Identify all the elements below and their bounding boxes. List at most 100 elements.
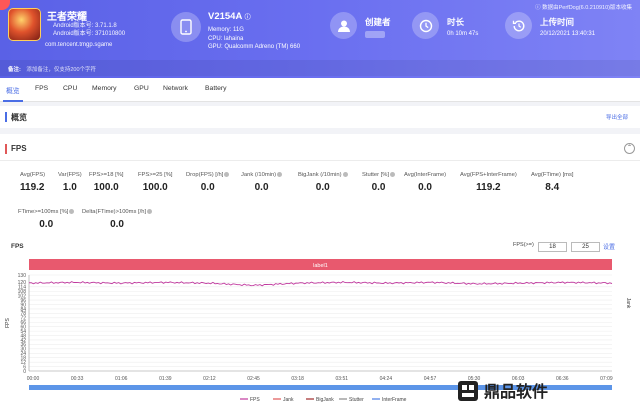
tab-cpu[interactable]: CPU: [63, 85, 77, 92]
legend-label: BigJank: [316, 397, 334, 403]
chart-banner-label: label1: [313, 263, 328, 269]
help-icon[interactable]: [224, 172, 230, 177]
chevron-up-icon[interactable]: ⌃: [624, 143, 635, 154]
phone-icon: [171, 12, 201, 42]
tab-battery[interactable]: Battery: [205, 85, 227, 92]
stat-var-fps: Var(FPS) 1.0: [58, 172, 82, 193]
x-tick-label: 00:33: [71, 376, 84, 382]
stat-fps-18: FPS>=18 [%] 100.0: [89, 172, 123, 193]
stat-value: 119.2: [20, 182, 45, 193]
history-icon: [505, 12, 532, 39]
active-tab-indicator: [3, 100, 23, 102]
stat-label: FPS>=25 [%]: [138, 172, 173, 178]
device-cpu: CPU: lahaina: [208, 35, 244, 42]
help-icon[interactable]: [147, 209, 153, 214]
stat-label: BigJank (/10min): [298, 172, 342, 179]
legend-label: Stutter: [349, 397, 364, 403]
device-name: V2154A ⓘ: [208, 11, 251, 22]
duration-value: 0h 10m 47s: [447, 31, 479, 37]
stat-label: Stutter [%]: [362, 172, 390, 179]
tab-fps[interactable]: FPS: [35, 85, 48, 92]
game-version: Android版本号: 3.71.1.8 Android版本号: 3710108…: [53, 23, 125, 38]
stat-label: Var(FPS): [58, 172, 82, 178]
device-memory: Memory: 11G: [208, 27, 244, 33]
y-tick-label: 120: [18, 280, 27, 286]
tab-memory[interactable]: Memory: [92, 85, 117, 92]
stat-avg-fps: Avg(FPS) 119.2: [20, 172, 45, 193]
stat-ftime-100: FTime>=100ms [%] 0.0: [18, 209, 75, 231]
help-icon[interactable]: [342, 172, 348, 177]
stat-value: 0.0: [39, 219, 54, 231]
android-version: Android版本号: 3.71.1.8: [53, 23, 117, 29]
tab-network[interactable]: Network: [163, 85, 188, 92]
stat-value: 0.0: [200, 182, 215, 194]
game-icon: [8, 8, 41, 41]
legend-label: InterFrame: [382, 397, 407, 403]
data-source: ⓘ 数据由PerfDog(6.0.210910)版本收集: [535, 3, 632, 11]
stat-fps-25: FPS>=25 [%] 100.0: [138, 172, 172, 193]
stat-value: 100.0: [142, 182, 168, 193]
x-tick-label: 03:18: [291, 376, 304, 382]
legend-label: FPS: [250, 397, 260, 403]
data-source-text: 数据由PerfDog(6.0.210910)版本收集: [542, 5, 632, 11]
report-header: 王者荣耀 Android版本号: 3.71.1.8 Android版本号: 37…: [0, 0, 640, 78]
stat-value: 8.4: [545, 182, 560, 193]
device-meta: Memory: 11G CPU: lahaina GPU: Qualcomm A…: [208, 26, 300, 52]
watermark-logo-mark: [462, 393, 474, 397]
x-tick-label: 01:06: [115, 376, 128, 382]
help-icon[interactable]: [277, 172, 283, 177]
overview-card: 概览 导出全部: [0, 106, 640, 128]
stat-label: Avg(FTime) [ms]: [531, 172, 574, 178]
stat-value: 0.0: [254, 182, 269, 194]
stat-label: FPS>=18 [%]: [89, 172, 124, 178]
x-tick-label: 01:39: [159, 376, 172, 382]
threshold-input-2[interactable]: 25: [571, 242, 600, 252]
note-input[interactable]: 添加备注，仅支持200个字符: [26, 67, 96, 73]
section-accent: [5, 144, 7, 154]
legend-label: Jank: [283, 397, 294, 403]
stat-jank: Jank (/10min) 0.0: [241, 172, 283, 194]
stat-value: 0.0: [110, 219, 124, 231]
x-tick-label: 02:12: [203, 376, 216, 382]
stat-avg-ftime: Avg(FTime) [ms] 8.4: [531, 172, 574, 193]
tab-overview[interactable]: 概览: [6, 85, 20, 95]
x-tick-label: 02:45: [247, 376, 260, 382]
threshold-input-1[interactable]: 18: [538, 242, 567, 252]
duration-label: 时长: [447, 17, 465, 27]
y2-axis-label: Jank: [625, 298, 631, 309]
user-icon: [330, 12, 357, 39]
help-icon[interactable]: [390, 172, 396, 177]
watermark-logo: [458, 381, 478, 401]
x-tick-label: 03:51: [336, 376, 349, 382]
stat-drop-fps: Drop(FPS) [/h] 0.0: [186, 172, 230, 194]
x-tick-label: 07:09: [600, 376, 613, 382]
tab-gpu[interactable]: GPU: [134, 85, 149, 92]
watermark-text: 鼎品软件: [484, 382, 548, 401]
stat-avg-interframe: Avg(InterFrame) 0.0: [404, 172, 446, 193]
stat-label: Avg(FPS): [20, 172, 46, 178]
stat-value: 1.0: [62, 182, 77, 193]
fps-line-chart: label10612182430364248546066727884909610…: [5, 259, 631, 403]
stat-label: Drop(FPS) [/h]: [186, 172, 224, 179]
stat-value: 0.0: [371, 182, 386, 194]
overview-title: 概览: [11, 113, 27, 122]
y-tick-label: 130: [18, 273, 27, 279]
package-name: com.tencent.tmgp.sgame: [45, 42, 113, 48]
export-all-link[interactable]: 导出全部: [606, 113, 628, 121]
info-icon[interactable]: ⓘ: [245, 15, 251, 21]
threshold-label: FPS(>=): [513, 242, 534, 248]
help-icon[interactable]: [69, 209, 75, 214]
y-axis-label: FPS: [5, 317, 11, 327]
stat-avg-fps-interframe: Avg(FPS+InterFrame) 119.2: [460, 172, 517, 193]
divider: [0, 160, 640, 161]
stat-value: 0.0: [315, 182, 330, 194]
x-tick-label: 04:57: [424, 376, 437, 382]
x-tick-label: 06:36: [556, 376, 569, 382]
tab-bar: 概览 FPS CPU Memory GPU Network Battery: [0, 78, 640, 102]
fps-card: FPS ⌃ Avg(FPS) 119.2 Var(FPS) 1.0 FPS>=18 …: [0, 134, 640, 405]
stat-label: Delta(FTime)>100ms [/h]: [82, 209, 147, 216]
note-bar[interactable]: 备注: 添加备注，仅支持200个字符: [0, 60, 640, 76]
threshold-set-link[interactable]: 设置: [603, 242, 615, 251]
stat-value: 0.0: [418, 182, 432, 193]
section-accent: [5, 112, 7, 122]
